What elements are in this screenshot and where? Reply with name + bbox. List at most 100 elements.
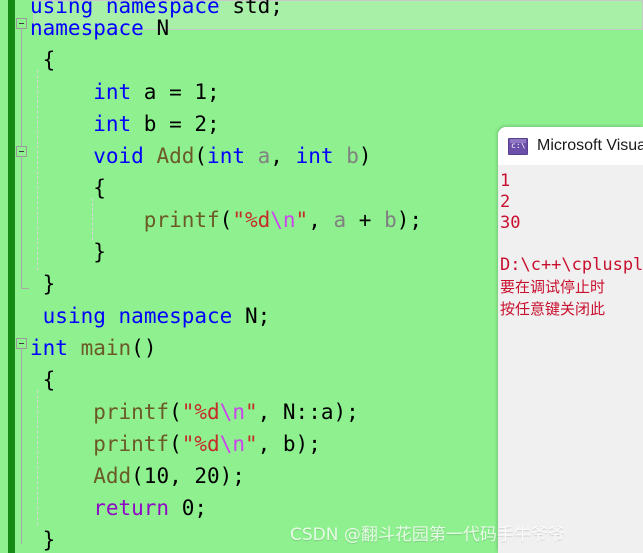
code-token: " (244, 432, 258, 456)
code-line[interactable]: { (30, 44, 56, 76)
collapse-box-add-function[interactable] (16, 146, 27, 157)
code-line[interactable]: printf("%d\n", a + b); (30, 204, 422, 236)
code-token: " (244, 400, 258, 424)
console-output[interactable]: 1 2 30 D:\c++\cplusplu 要在调试停止时 按任意键关闭此 (498, 165, 643, 553)
code-token: a = (131, 80, 195, 104)
code-token: using (42, 304, 106, 328)
code-token: printf (93, 432, 170, 456)
code-line[interactable]: void Add(int a, int b) (30, 140, 372, 172)
code-line[interactable]: } (30, 268, 56, 300)
code-line[interactable]: printf("%d\n", b); (30, 428, 321, 460)
code-token: int (30, 336, 68, 360)
console-app-icon (508, 137, 528, 155)
code-token: } (30, 528, 56, 552)
code-token: printf (143, 208, 220, 232)
console-window[interactable]: Microsoft Visua 1230 D:\c++\cplusplu 要在调试… (498, 127, 643, 553)
outline-rule-namespace-end (21, 280, 29, 289)
code-token: main (80, 336, 132, 360)
code-token: , b); (257, 432, 321, 456)
code-token: int (207, 144, 245, 168)
code-token: int (93, 112, 132, 136)
code-line[interactable]: int b = 2; (30, 108, 219, 140)
code-token: "%d (181, 432, 220, 456)
code-token: Add (93, 464, 132, 488)
code-line[interactable]: { (30, 364, 56, 396)
code-token: , (308, 208, 334, 232)
code-token: b (384, 208, 397, 232)
code-token: N (143, 16, 170, 40)
code-token: "%d (181, 400, 220, 424)
code-token: std (232, 0, 271, 18)
code-token: return (93, 496, 170, 520)
code-token: void (93, 144, 144, 168)
code-token: ); (396, 208, 423, 232)
code-line[interactable]: Add(10, 20); (30, 460, 245, 492)
code-token: b (346, 144, 359, 168)
code-token: { (30, 368, 56, 392)
code-token: namespace (30, 16, 144, 40)
code-line[interactable]: int a = 1; (30, 76, 220, 108)
code-token: + (346, 208, 385, 232)
code-token: } (30, 240, 106, 264)
code-token: , N::a); (257, 400, 359, 424)
console-titlebar[interactable]: Microsoft Visua (498, 127, 643, 165)
code-token: { (30, 48, 56, 72)
code-token: ) (358, 144, 372, 168)
code-token: ( (219, 208, 233, 232)
code-token: int (295, 144, 334, 168)
selection-margin[interactable] (0, 0, 8, 553)
code-token: b = (131, 112, 195, 136)
outline-rule-main (21, 344, 22, 544)
code-token: { (30, 176, 106, 200)
code-token: printf (93, 400, 170, 424)
code-line[interactable]: } (30, 236, 106, 268)
code-token: \n (219, 432, 245, 456)
code-token: } (30, 272, 56, 296)
console-line: 要在调试停止时 (500, 278, 606, 296)
code-token: Add (156, 144, 195, 168)
code-token: \n (219, 400, 245, 424)
code-token: a (333, 208, 347, 232)
code-line[interactable]: } (30, 524, 56, 553)
code-token: ( (194, 144, 208, 168)
code-token: 2 (194, 112, 208, 136)
console-line: 30 (500, 213, 521, 233)
code-line[interactable]: printf("%d\n", N::a); (30, 396, 359, 428)
code-token: "%d (232, 208, 271, 232)
code-token: " (295, 208, 309, 232)
saved-changes-indicator-bar (8, 0, 15, 553)
collapse-box-namespace[interactable] (16, 18, 27, 29)
code-line[interactable]: using namespace N; (30, 300, 271, 332)
console-line: D:\c++\cplusplu (500, 255, 643, 275)
code-token: () (131, 336, 157, 360)
code-token: int (93, 80, 132, 104)
code-token: 1 (194, 80, 208, 104)
code-token: ; (207, 80, 220, 104)
code-token: \n (270, 208, 296, 232)
code-line[interactable]: return 0; (30, 492, 207, 524)
code-token: ( (169, 400, 182, 424)
code-token: , (270, 144, 296, 168)
code-line[interactable]: namespace N (30, 12, 169, 44)
code-token: a (257, 144, 271, 168)
console-line: 2 (500, 192, 511, 212)
code-line[interactable]: { (30, 172, 106, 204)
code-line[interactable]: int main() (30, 332, 156, 364)
console-line: 1 (500, 171, 511, 191)
code-token: N; (232, 304, 271, 328)
collapse-box-main[interactable] (16, 338, 27, 349)
